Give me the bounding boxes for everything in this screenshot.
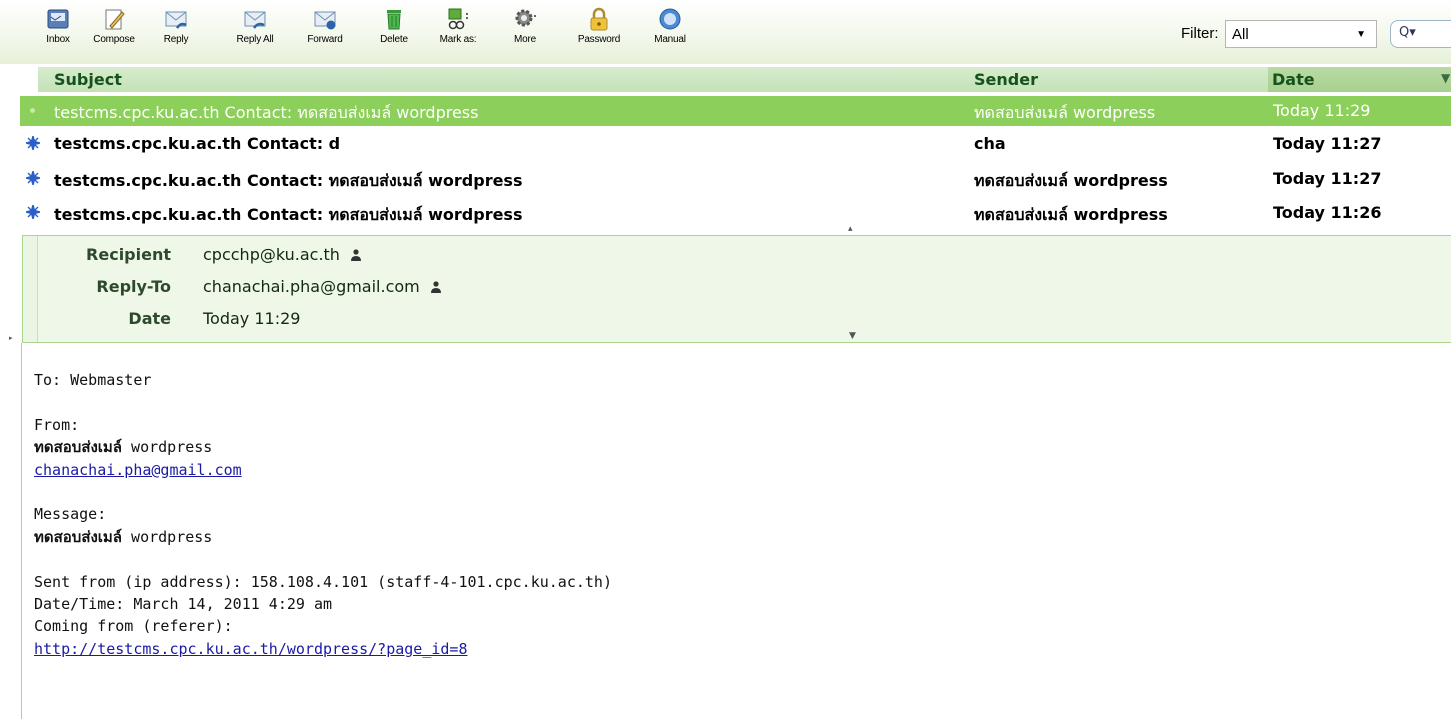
from-email-link[interactable]: chanachai.pha@gmail.com <box>34 461 242 479</box>
compose-button[interactable]: Compose <box>92 4 136 52</box>
reply-to-label: Reply-To <box>96 277 171 296</box>
datetime-line: Date/Time: March 14, 2011 4:29 am <box>34 595 333 614</box>
search-input[interactable]: Q▾ <box>1390 20 1451 48</box>
lock-icon <box>590 7 608 31</box>
reply-to-value[interactable]: chanachai.pha@gmail.com <box>203 277 420 296</box>
reply-all-icon <box>244 11 266 29</box>
row-date: Today 11:27 <box>1273 134 1382 153</box>
person-icon[interactable] <box>430 281 441 293</box>
mark-as-button[interactable]: Mark as: <box>438 4 478 52</box>
reply-all-button[interactable]: Reply All <box>233 4 277 52</box>
unread-star-icon <box>26 136 40 150</box>
delete-button[interactable]: Delete <box>377 4 411 52</box>
filter-label: Filter: <box>1181 25 1219 42</box>
unread-star-icon <box>26 205 40 219</box>
more-button[interactable]: More <box>507 4 543 52</box>
splitter-handle[interactable]: ▴ <box>848 224 853 234</box>
gear-icon <box>515 9 536 27</box>
mark-icon <box>448 8 468 30</box>
search-icon: Q▾ <box>1399 25 1416 40</box>
manual-button[interactable]: Manual <box>652 4 688 52</box>
row-subject: testcms.cpc.ku.ac.th Contact: ทดสอบส่งเม… <box>54 205 523 224</box>
read-dot-icon <box>30 108 35 113</box>
row-date: Today 11:26 <box>1273 203 1382 222</box>
help-icon <box>659 8 681 30</box>
from-name-rest: wordpress <box>122 438 213 457</box>
to-line: To: Webmaster <box>34 371 152 389</box>
forward-button[interactable]: Forward <box>305 4 345 52</box>
row-sender: ทดสอบส่งเมล์ wordpress <box>974 171 1168 190</box>
row-subject: testcms.cpc.ku.ac.th Contact: ทดสอบส่งเม… <box>54 103 479 122</box>
expand-headers-icon[interactable]: ▼ <box>849 331 856 341</box>
inbox-button[interactable]: Inbox <box>38 4 78 52</box>
sort-desc-icon[interactable]: ▼ <box>1441 71 1450 85</box>
row-date: Today 11:27 <box>1273 169 1382 188</box>
recipient-label: Recipient <box>86 245 171 264</box>
trash-icon <box>387 10 401 30</box>
reply-icon <box>165 11 187 29</box>
message-rest: wordpress <box>122 527 213 546</box>
row-subject: testcms.cpc.ku.ac.th Contact: d <box>54 134 341 153</box>
referer-link[interactable]: http://testcms.cpc.ku.ac.th/wordpress/?p… <box>34 640 467 658</box>
toolbar: Inbox Compose Reply Reply All Forward De… <box>0 0 1451 64</box>
inbox-icon <box>47 9 69 29</box>
row-sender: cha <box>974 134 1006 153</box>
from-name-thai: ทดสอบส่งเมล์ <box>34 438 123 457</box>
sent-from-line: Sent from (ip address): 158.108.4.101 (s… <box>34 572 612 591</box>
filter-dropdown[interactable]: All ▼ <box>1225 20 1377 48</box>
message-body: To: Webmaster From: ทดสอบส่งเมล์ wordpre… <box>34 369 612 660</box>
chevron-down-icon: ▼ <box>1356 29 1366 40</box>
forward-icon <box>314 11 336 30</box>
compose-icon <box>105 9 125 30</box>
message-thai: ทดสอบส่งเมล์ <box>34 527 123 546</box>
message-row[interactable]: testcms.cpc.ku.ac.th Contact: ทดสอบส่งเม… <box>20 164 1451 194</box>
row-sender: ทดสอบส่งเมล์ wordpress <box>974 103 1156 122</box>
message-row[interactable]: testcms.cpc.ku.ac.th Contact: ทดสอบส่งเม… <box>20 96 1451 126</box>
column-sender[interactable]: Sender <box>974 70 1038 89</box>
coming-from-line: Coming from (referer): <box>34 617 233 636</box>
message-label: Message: <box>34 505 107 524</box>
date-value: Today 11:29 <box>203 309 301 328</box>
row-date: Today 11:29 <box>1273 101 1371 120</box>
unread-star-icon <box>26 171 40 185</box>
row-sender: ทดสอบส่งเมล์ wordpress <box>974 205 1168 224</box>
pane-resize-handle[interactable]: ▸ <box>9 334 13 342</box>
row-subject: testcms.cpc.ku.ac.th Contact: ทดสอบส่งเม… <box>54 171 523 190</box>
message-list-header: Subject Sender Date ▼ <box>38 67 1451 92</box>
message-row[interactable]: testcms.cpc.ku.ac.th Contact: d cha Toda… <box>20 129 1451 159</box>
column-subject[interactable]: Subject <box>54 70 122 89</box>
reply-button[interactable]: Reply <box>159 4 193 52</box>
password-button[interactable]: Password <box>575 4 623 52</box>
from-label: From: <box>34 415 80 434</box>
column-date[interactable]: Date <box>1272 70 1315 89</box>
message-row[interactable]: testcms.cpc.ku.ac.th Contact: ทดสอบส่งเม… <box>20 198 1451 228</box>
filter-value: All <box>1232 25 1249 43</box>
message-headers-panel: Recipient cpcchp@ku.ac.th Reply-To chana… <box>22 235 1451 343</box>
recipient-value[interactable]: cpcchp@ku.ac.th <box>203 245 340 264</box>
person-icon[interactable] <box>351 249 362 261</box>
date-label: Date <box>128 309 171 328</box>
